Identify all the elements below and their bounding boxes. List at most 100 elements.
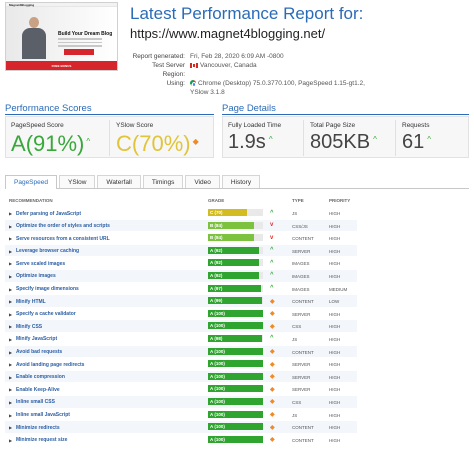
- trend-neutral-icon: ◆: [270, 361, 275, 368]
- table-row[interactable]: ▶ Serve scaled images A (92) ^ IMAGES HIGH: [5, 256, 357, 269]
- recommendations-table: RECOMMENDATION GRADE TYPE PRIORITY ▶ Defe…: [5, 193, 357, 446]
- grade-bar: A (100): [208, 435, 263, 443]
- table-header: RECOMMENDATION GRADE TYPE PRIORITY: [5, 193, 357, 206]
- table-row[interactable]: ▶ Minimize redirects A (100) ◆ CONTENT HIGH: [5, 420, 357, 433]
- meta-row-using-cont: YSlow 3.1.8: [130, 88, 365, 97]
- trend-up-icon: ^: [270, 285, 274, 292]
- expand-icon[interactable]: ▶: [9, 375, 12, 380]
- table-row[interactable]: ▶ Avoid landing page redirects A (100) ◆ SER…: [5, 357, 357, 370]
- table-row[interactable]: ▶ Specify a cache validator A (100) ◆ SERVER…: [5, 306, 357, 320]
- divider: [395, 120, 396, 156]
- pagespeed-score-label: PageSpeed Score: [11, 122, 64, 129]
- expand-icon[interactable]: ▶: [9, 387, 12, 392]
- grade-bar-track: C (70): [208, 209, 263, 216]
- recommendation-name[interactable]: Inline small JavaScript: [16, 412, 70, 418]
- table-row[interactable]: ▶ Enable Keep-Alive A (100) ◆ SERVER HIGH: [5, 382, 357, 395]
- table-row[interactable]: ▶ Minify JavaScript A (98) ^ JS HIGH: [5, 331, 357, 345]
- recommendation-name[interactable]: Minify HTML: [16, 299, 46, 305]
- table-row[interactable]: ▶ Inline small CSS A (100) ◆ CSS HIGH: [5, 394, 357, 408]
- grade-bar: A (100): [208, 385, 263, 393]
- thumbnail-cta-button: [64, 49, 94, 55]
- grade-bar: A (97): [208, 284, 262, 292]
- tab-video[interactable]: Video: [185, 175, 220, 188]
- expand-icon[interactable]: ▶: [9, 337, 12, 342]
- grade-text: A (100): [210, 398, 225, 404]
- trend-neutral-icon: ◆: [270, 412, 275, 418]
- recommendation-name[interactable]: Avoid landing page redirects: [16, 362, 84, 368]
- recommendation-type: CONTENT: [292, 437, 314, 443]
- expand-icon[interactable]: ▶: [9, 224, 12, 229]
- table-row[interactable]: ▶ Serve resources from a consistent URL B …: [5, 231, 357, 244]
- tab-pagespeed[interactable]: PageSpeed: [5, 175, 57, 189]
- expand-icon[interactable]: ▶: [9, 261, 12, 266]
- expand-icon[interactable]: ▶: [9, 400, 12, 405]
- expand-icon[interactable]: ▶: [9, 350, 12, 355]
- expand-icon[interactable]: ▶: [9, 249, 12, 254]
- recommendation-name[interactable]: Specify a cache validator: [16, 311, 76, 317]
- page-details-rule: [222, 114, 469, 115]
- grade-text: A (98): [210, 335, 223, 341]
- expand-icon[interactable]: ▶: [9, 299, 12, 304]
- recommendation-name[interactable]: Leverage browser caching: [16, 248, 79, 254]
- table-row[interactable]: ▶ Avoid bad requests A (100) ◆ CONTENT HIGH: [5, 344, 357, 358]
- recommendation-name[interactable]: Minify JavaScript: [16, 336, 57, 342]
- grade-bar-track: A (100): [208, 360, 263, 368]
- table-row[interactable]: ▶ Optimize the order of styles and script…: [5, 218, 357, 232]
- grade-bar: A (100): [208, 410, 263, 418]
- table-row[interactable]: ▶ Enable compression A (100) ◆ SERVER HIGH: [5, 369, 357, 383]
- meta-row-generated: Report generated: Fri, Feb 28, 2020 6:09…: [130, 52, 365, 61]
- recommendation-type: CONTENT: [292, 236, 314, 242]
- trend-neutral-icon: ◆: [270, 298, 275, 305]
- recommendation-name[interactable]: Enable Keep-Alive: [16, 387, 60, 393]
- table-row[interactable]: ▶ Minify HTML A (99) ◆ CONTENT LOW: [5, 294, 357, 307]
- table-row[interactable]: ▶ Leverage browser caching A (92) ^ SERVER HI…: [5, 243, 357, 257]
- recommendation-name[interactable]: Enable compression: [16, 374, 65, 380]
- recommendation-name[interactable]: Defer parsing of JavaScript: [16, 211, 81, 217]
- recommendation-name[interactable]: Optimize images: [16, 273, 56, 279]
- recommendation-name[interactable]: Minimize redirects: [16, 425, 60, 431]
- recommendation-name[interactable]: Minify CSS: [16, 324, 42, 330]
- recommendation-priority: HIGH: [329, 374, 341, 380]
- yslow-score: C(70%) ◆: [116, 131, 199, 157]
- pagespeed-grade: A: [11, 131, 26, 156]
- expand-icon[interactable]: ▶: [9, 425, 12, 430]
- recommendation-name[interactable]: Serve resources from a consistent URL: [16, 236, 110, 242]
- recommendation-type: SERVER: [292, 374, 311, 380]
- recommendation-name[interactable]: Serve scaled images: [16, 261, 65, 267]
- table-row[interactable]: ▶ Defer parsing of JavaScript C (70) ^ JS HIG…: [5, 206, 357, 219]
- tab-history[interactable]: History: [221, 175, 261, 188]
- report-url[interactable]: https://www.magnet4blogging.net/: [130, 26, 325, 41]
- performance-scores-title: Performance Scores: [5, 103, 92, 114]
- thumbnail-footer: FREE BONUS: [6, 61, 117, 70]
- table-row[interactable]: ▶ Minify CSS A (100) ◆ CSS HIGH: [5, 319, 357, 332]
- table-row[interactable]: ▶ Inline small JavaScript A (100) ◆ JS HIGH: [5, 407, 357, 421]
- recommendation-name[interactable]: Avoid bad requests: [16, 349, 62, 355]
- meta-value: Vancouver, Canada: [200, 62, 257, 69]
- recommendation-type: SERVER: [292, 248, 311, 254]
- expand-icon[interactable]: ▶: [9, 438, 12, 443]
- expand-icon[interactable]: ▶: [9, 413, 12, 418]
- header-grade: GRADE: [208, 198, 225, 203]
- expand-icon[interactable]: ▶: [9, 274, 12, 279]
- grade-text: A (92): [210, 272, 223, 278]
- meta-value: Chrome (Desktop) 75.0.3770.100, PageSpee…: [198, 80, 365, 87]
- tab-waterfall[interactable]: Waterfall: [97, 175, 141, 188]
- expand-icon[interactable]: ▶: [9, 312, 12, 317]
- expand-icon[interactable]: ▶: [9, 324, 12, 329]
- recommendation-name[interactable]: Minimize request size: [16, 437, 67, 443]
- tab-yslow[interactable]: YSlow: [58, 175, 96, 188]
- trend-down-icon: v: [270, 222, 274, 229]
- recommendation-name[interactable]: Inline small CSS: [16, 399, 55, 405]
- table-row[interactable]: ▶ Specify image dimensions A (97) ^ IMAGES ME…: [5, 281, 357, 295]
- expand-icon[interactable]: ▶: [9, 236, 12, 241]
- tab-timings[interactable]: Timings: [142, 175, 184, 188]
- table-row[interactable]: ▶ Optimize images A (92) ^ IMAGES HIGH: [5, 268, 357, 282]
- report-tabs: PageSpeed YSlow Waterfall Timings Video …: [5, 175, 469, 189]
- table-row[interactable]: ▶ Minimize request size A (100) ◆ CONTENT HIG…: [5, 432, 357, 446]
- grade-bar: A (99): [208, 297, 263, 305]
- expand-icon[interactable]: ▶: [9, 287, 12, 292]
- recommendation-name[interactable]: Optimize the order of styles and scripts: [16, 223, 110, 229]
- expand-icon[interactable]: ▶: [9, 362, 12, 367]
- recommendation-name[interactable]: Specify image dimensions: [16, 286, 79, 292]
- expand-icon[interactable]: ▶: [9, 211, 12, 216]
